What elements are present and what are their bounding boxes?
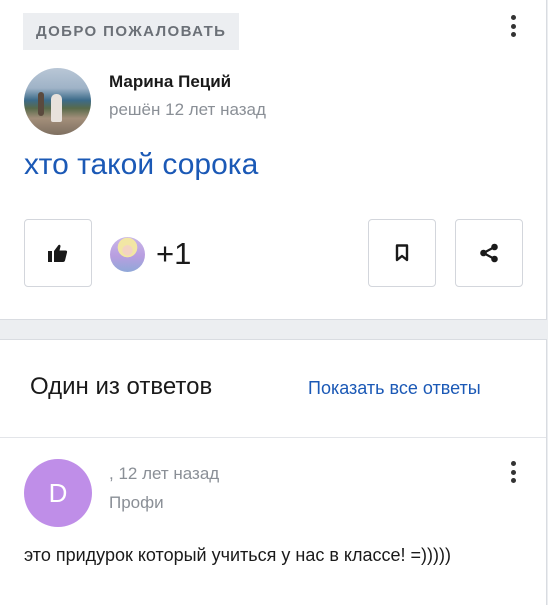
answer-avatar[interactable]: D [24, 459, 92, 527]
answers-heading: Один из ответов [30, 373, 213, 400]
share-icon [480, 243, 498, 263]
answer-more-vertical-icon[interactable] [507, 461, 519, 483]
author-avatar[interactable] [24, 68, 91, 135]
likers-extra-count: +1 [156, 236, 192, 271]
like-button[interactable] [24, 219, 92, 287]
question-more-vertical-icon[interactable] [507, 15, 519, 37]
bookmark-button[interactable] [368, 219, 436, 287]
welcome-badge: Добро пожаловать [23, 13, 240, 50]
bookmark-icon [395, 244, 409, 262]
question-title: хто такой сорока [24, 148, 259, 181]
question-status: решён 12 лет назад [109, 100, 266, 119]
answer-avatar-letter: D [48, 477, 68, 508]
author-name[interactable]: Марина Пеций [109, 72, 231, 92]
answer-text: это придурок который учиться у нас в кла… [24, 545, 452, 565]
answer-rank: Профи [109, 493, 164, 512]
liker-avatar[interactable] [110, 236, 145, 272]
answer-time: , 12 лет назад [109, 464, 220, 483]
show-all-answers-link[interactable]: Показать все ответы [308, 378, 481, 399]
likers[interactable]: +1 [110, 236, 191, 272]
divider [0, 437, 546, 438]
share-button[interactable] [455, 219, 523, 287]
thumbs-up-icon [48, 244, 68, 262]
question-card: Добро пожаловать Марина Пеций решён 12 л… [0, 0, 547, 320]
